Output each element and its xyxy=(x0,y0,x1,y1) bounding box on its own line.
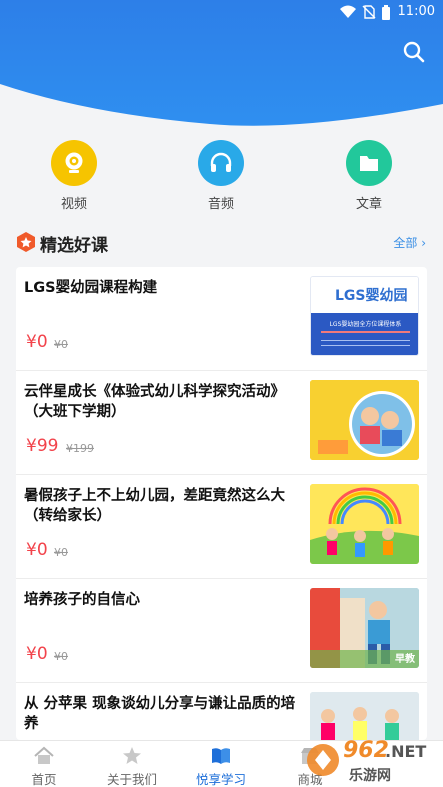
course-item[interactable]: LGS婴幼园课程构建 ¥0 ¥0 LGS婴幼园 LGS婴幼园全方位课程体系 xyxy=(16,267,427,371)
course-title: 暑假孩子上不上幼儿园，差距竟然这么大（转给家长） xyxy=(24,488,285,524)
watermark-text: 乐游网 xyxy=(349,768,391,784)
course-item[interactable]: 培养孩子的自信心 ¥0 ¥0 早教 xyxy=(16,579,427,683)
hexagon-badge-icon xyxy=(17,232,35,252)
tab-about[interactable]: 关于我们 xyxy=(97,741,167,787)
star-person-icon xyxy=(123,747,141,764)
course-item[interactable]: 暑假孩子上不上幼儿园，差距竟然这么大（转给家长） ¥0 ¥0 xyxy=(16,475,427,579)
headphones-icon xyxy=(198,140,244,186)
thumb-subtitle: LGS婴幼园全方位课程体系 xyxy=(329,321,402,328)
course-thumbnail: 早教 xyxy=(310,588,419,668)
course-title: 从 分苹果 现象谈幼儿分享与谦让品质的培养 xyxy=(24,696,296,732)
status-time: 11:00 xyxy=(397,4,435,19)
category-label: 文章 xyxy=(355,197,382,212)
thumb-badge-text: 早教 xyxy=(395,654,415,665)
course-title: 云伴星成长《体验式幼儿科学探究活动》（大班下学期） xyxy=(24,384,285,420)
course-title: LGS婴幼园课程构建 xyxy=(24,280,158,296)
course-price: ¥0 xyxy=(26,644,48,664)
tab-label: 悦享学习 xyxy=(195,772,246,787)
category-label: 音频 xyxy=(207,197,234,212)
book-icon xyxy=(212,748,230,764)
site-watermark: 962 .NET 乐游网 xyxy=(305,738,435,784)
course-thumbnail xyxy=(310,484,419,564)
course-title: 培养孩子的自信心 xyxy=(24,592,140,608)
course-original-price: ¥0 xyxy=(54,546,68,559)
view-all-link[interactable]: 全部 › xyxy=(393,234,426,251)
course-original-price: ¥0 xyxy=(54,338,68,351)
course-thumbnail xyxy=(310,380,419,460)
category-row: 视频 音频 文章 xyxy=(0,140,443,215)
tab-learning[interactable]: 悦享学习 xyxy=(186,741,256,787)
tab-home[interactable]: 首页 xyxy=(9,741,79,787)
folder-icon xyxy=(346,140,392,186)
course-price: ¥0 xyxy=(26,332,48,352)
status-bar: 11:00 xyxy=(0,0,443,26)
category-label: 视频 xyxy=(60,197,87,212)
watermark-text: 962 xyxy=(343,738,389,763)
category-article[interactable]: 文章 xyxy=(329,140,409,212)
home-icon xyxy=(34,746,54,764)
watermark-text: .NET xyxy=(385,742,427,761)
app-screen: 11:00 视频 音频 文章 精选好课 全部 › LGS婴幼园课程构建 ¥0 ¥… xyxy=(0,0,443,787)
course-price: ¥99 xyxy=(26,436,59,456)
category-video[interactable]: 视频 xyxy=(34,140,114,212)
video-camera-icon xyxy=(51,140,97,186)
course-thumbnail: LGS婴幼园 LGS婴幼园全方位课程体系 xyxy=(310,276,419,356)
course-original-price: ¥0 xyxy=(54,650,68,663)
tab-label: 首页 xyxy=(31,772,57,787)
course-price: ¥0 xyxy=(26,540,48,560)
header-banner: 11:00 xyxy=(0,0,443,130)
featured-section-header: 精选好课 全部 › xyxy=(15,229,428,256)
course-list: LGS婴幼园课程构建 ¥0 ¥0 LGS婴幼园 LGS婴幼园全方位课程体系 云伴… xyxy=(16,267,427,740)
wifi-icon xyxy=(340,5,356,18)
battery-icon xyxy=(382,5,390,20)
no-sim-icon xyxy=(362,5,376,19)
tab-label: 关于我们 xyxy=(106,772,157,787)
course-thumbnail xyxy=(310,692,419,740)
section-title: 精选好课 xyxy=(40,236,108,256)
category-audio[interactable]: 音频 xyxy=(181,140,261,212)
course-original-price: ¥199 xyxy=(66,442,94,455)
course-item[interactable]: 云伴星成长《体验式幼儿科学探究活动》（大班下学期） ¥99 ¥199 xyxy=(16,371,427,475)
thumb-logo-text: LGS婴幼园 xyxy=(335,288,408,304)
course-item[interactable]: 从 分苹果 现象谈幼儿分享与谦让品质的培养 xyxy=(16,683,427,740)
search-icon[interactable] xyxy=(402,40,426,64)
